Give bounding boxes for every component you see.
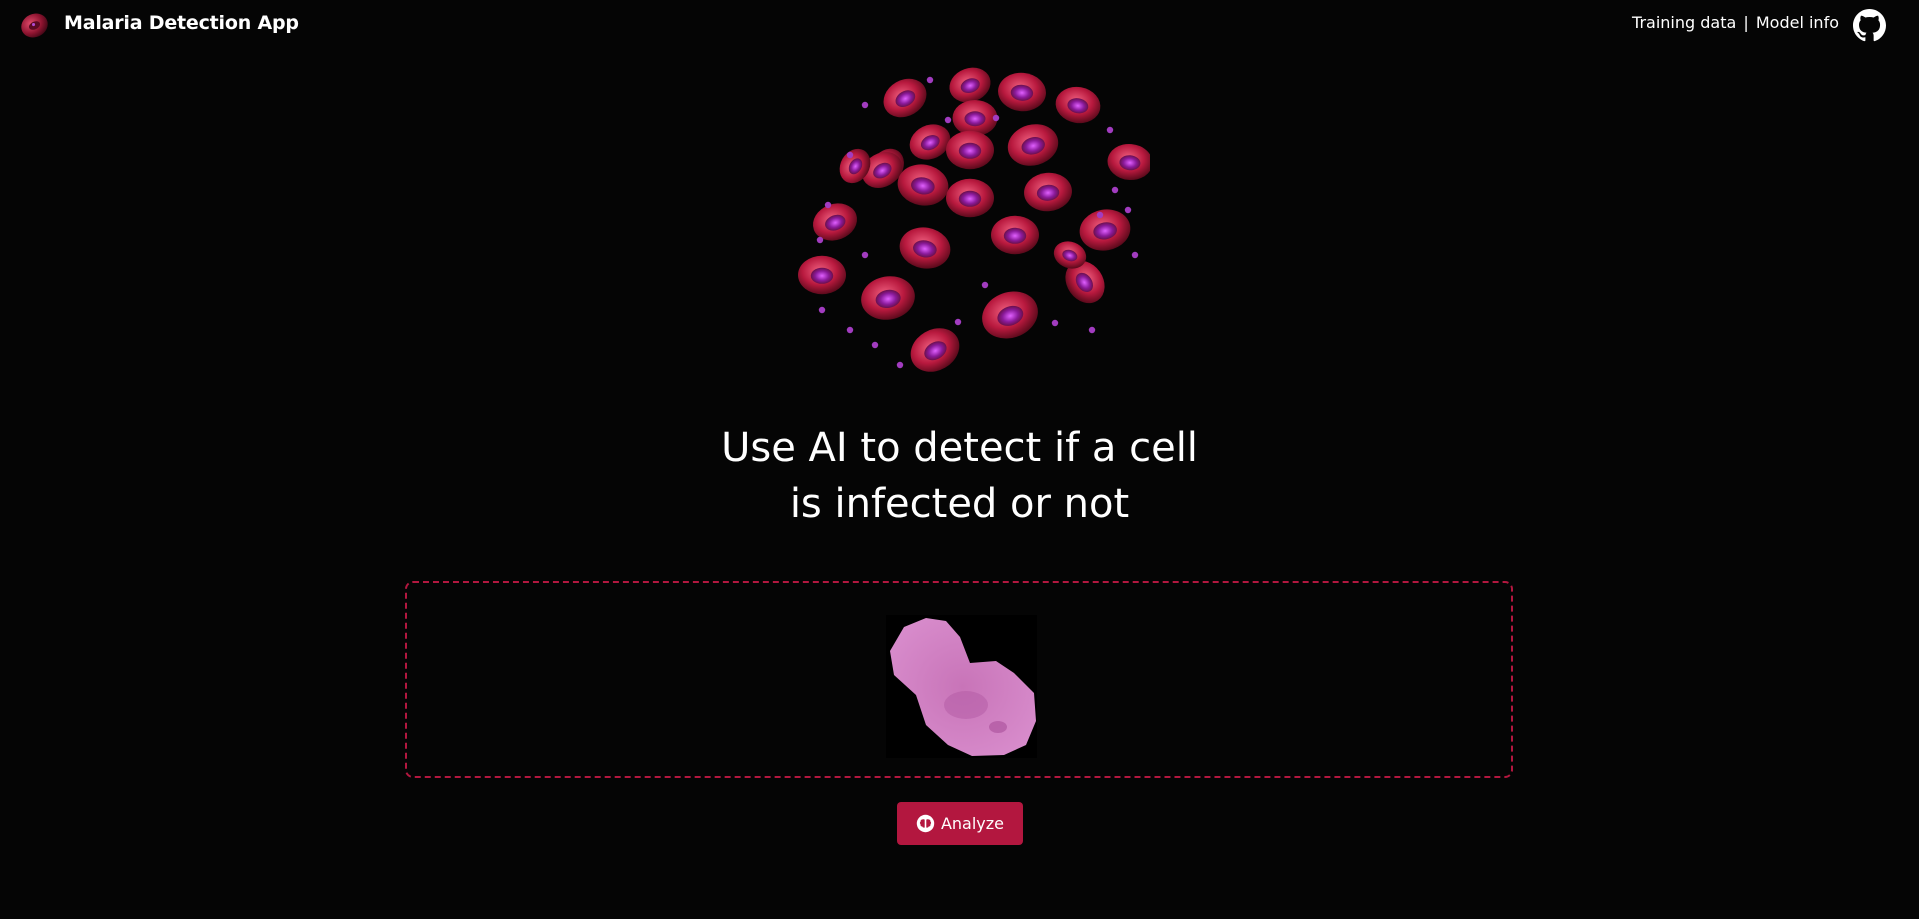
headline-line-2: is infected or not: [789, 481, 1130, 527]
blood-cell: [857, 272, 919, 324]
blood-cell: [1022, 170, 1074, 214]
blood-cell: [807, 197, 863, 247]
blood-cell: [996, 70, 1048, 114]
analyze-button[interactable]: Analyze: [897, 802, 1023, 845]
blood-cell: [975, 283, 1045, 347]
headline-line-1: Use AI to detect if a cell: [721, 425, 1198, 471]
parasite-dot: [992, 114, 1000, 122]
blood-cell: [991, 215, 1039, 255]
parasite-dot: [1106, 126, 1114, 134]
parasite-dot: [1131, 251, 1139, 259]
blood-cell-logo-icon: [21, 13, 48, 38]
blood-cell: [902, 319, 968, 381]
parasite-dot: [846, 326, 854, 334]
nav-links: Training data | Model info: [1632, 13, 1839, 32]
blood-cell: [1076, 205, 1134, 255]
blood-cell: [946, 130, 994, 170]
training-data-link[interactable]: Training data: [1632, 13, 1736, 32]
uploaded-cell-image: [886, 615, 1037, 758]
parasite-dot: [846, 151, 854, 159]
headline: Use AI to detect if a cell is infected o…: [0, 420, 1919, 532]
parasite-dot: [981, 281, 989, 289]
blood-cell: [952, 100, 998, 136]
model-info-link[interactable]: Model info: [1756, 13, 1839, 32]
parasite-dot: [861, 251, 869, 259]
blood-cell: [876, 71, 934, 125]
red-blood-cells-illustration: [798, 62, 1150, 381]
github-icon[interactable]: [1853, 9, 1886, 42]
parasite-dot: [818, 306, 826, 314]
app-title: Malaria Detection App: [64, 12, 299, 34]
parasite-dot: [1111, 186, 1119, 194]
parasite-dot: [1124, 206, 1132, 214]
image-upload-dropzone[interactable]: [405, 581, 1513, 778]
blood-cell: [1052, 83, 1104, 127]
parasite-dot: [944, 116, 952, 124]
page: Malaria Detection App Training data | Mo…: [0, 0, 1919, 919]
nav-separator: |: [1743, 13, 1749, 32]
parasite-dot: [1096, 211, 1104, 219]
parasite-dot: [824, 201, 832, 209]
header: Malaria Detection App Training data | Mo…: [0, 0, 1919, 50]
parasite-dot: [871, 341, 879, 349]
blood-cell: [798, 255, 846, 295]
parasite-dot: [926, 76, 934, 84]
blood-cell: [946, 178, 994, 218]
blood-cell: [1106, 142, 1150, 182]
parasite-dot: [816, 236, 824, 244]
blood-cell: [896, 223, 954, 273]
parasite-dot: [861, 101, 869, 109]
brain-icon: [916, 814, 935, 833]
parasite-dot: [896, 361, 904, 369]
blood-cell: [1003, 118, 1063, 172]
parasite-dot: [1088, 326, 1096, 334]
analyze-button-label: Analyze: [940, 814, 1005, 833]
parasite-dot: [954, 318, 962, 326]
parasite-dot: [1051, 319, 1059, 327]
